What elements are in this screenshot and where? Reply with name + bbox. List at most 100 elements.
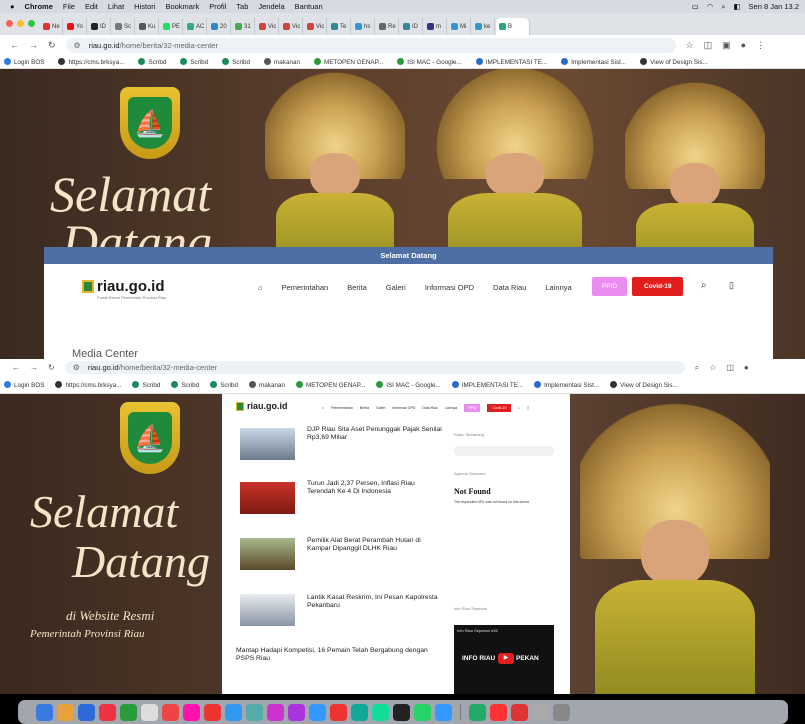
browser-tab[interactable]: Sc [112, 18, 135, 35]
dock-app-icon[interactable] [351, 703, 368, 721]
dock-app-icon[interactable] [183, 703, 200, 721]
bookmark-item[interactable]: Scribd [171, 380, 199, 389]
dock-app-icon[interactable] [469, 703, 486, 721]
bookmark-item[interactable]: Scribd [222, 57, 250, 66]
play-icon[interactable]: ▶ [498, 653, 514, 664]
mobile-icon[interactable]: ▯ [527, 406, 529, 410]
profile-icon[interactable]: ● [744, 363, 749, 372]
bookmark-item[interactable]: IMPLEMENTASI TE... [451, 380, 523, 389]
nav-galeri[interactable]: Galeri [376, 406, 385, 410]
minimize-window-icon[interactable] [17, 20, 24, 27]
menu-chrome[interactable]: Chrome [25, 2, 53, 11]
video-player[interactable]: Info Riau Sepekan #35 INFO RIAU ▶ PEKAN [454, 625, 554, 694]
bookmark-item[interactable]: Implementasi Sist... [534, 380, 599, 389]
browser-tab[interactable]: PE [160, 18, 183, 35]
bookmark-item[interactable]: View of Design Sis... [640, 57, 708, 66]
bookmark-item[interactable]: Scribd [210, 380, 238, 389]
browser-tab[interactable]: Ku [136, 18, 159, 35]
radio-player[interactable] [454, 446, 554, 456]
dock-app-icon[interactable] [553, 703, 570, 721]
browser-tab[interactable]: Vic [280, 18, 303, 35]
nav-data-riau[interactable]: Data Riau [493, 283, 526, 292]
article-title[interactable]: Turun Jadi 2,37 Persen, Inflasi Riau Ter… [307, 480, 442, 496]
browser-tab[interactable]: Mi [448, 18, 471, 35]
ppid-button[interactable]: PPID [464, 404, 481, 412]
browser-tab[interactable]: hs [352, 18, 375, 35]
bookmark-star-icon[interactable]: ☆ [686, 40, 694, 51]
bookmark-item[interactable]: Login BOS [4, 57, 44, 66]
ppid-button[interactable]: PPID [592, 277, 628, 296]
site-logo[interactable]: riau.go.id Portal Resmi Pemerintah Provi… [82, 278, 166, 300]
dock-app-icon[interactable] [330, 703, 347, 721]
nav-berita[interactable]: Berita [360, 406, 369, 410]
browser-tab[interactable]: Ne [40, 18, 63, 35]
covid-button[interactable]: Covid-19 [632, 277, 684, 296]
nav-berita[interactable]: Berita [347, 283, 367, 292]
nav-informasi-opd[interactable]: Informasi OPD [425, 283, 474, 292]
article-title[interactable]: DJP Riau Sita Aset Penunggak Pajak Senil… [307, 426, 442, 442]
article-title[interactable]: Pemilik Alat Berat Perambah Hutan di Kam… [307, 537, 442, 553]
dock-app-icon[interactable] [267, 703, 284, 721]
url-field[interactable]: ⚙ riau.go.id/home/berita/32-media-center [65, 37, 676, 53]
browser-tab[interactable]: AC [184, 18, 207, 35]
bookmark-item[interactable]: ISI MAC - Google... [376, 380, 441, 389]
article-thumbnail[interactable] [240, 594, 295, 626]
dock-app-icon[interactable] [532, 703, 549, 721]
search-icon[interactable]: ⌕ [701, 280, 707, 291]
profile-icon[interactable]: ● [741, 40, 746, 50]
dock-app-icon[interactable] [78, 703, 95, 721]
dock-app-icon[interactable] [204, 703, 221, 721]
extensions-icon[interactable]: ◫ [726, 363, 734, 372]
dock-app-icon[interactable] [99, 703, 116, 721]
browser-tab[interactable]: m [424, 18, 447, 35]
browser-tab[interactable]: 20 [208, 18, 231, 35]
mobile-icon[interactable]: ▯ [729, 280, 734, 291]
site-logo[interactable]: riau.go.id [236, 401, 288, 411]
nav-lainnya[interactable]: Lainnya [545, 283, 571, 292]
bookmark-item[interactable]: makanan [264, 57, 300, 66]
menu-profil[interactable]: Profil [209, 2, 226, 11]
covid-button[interactable]: Covid-19 [487, 404, 512, 412]
reload-icon[interactable]: ↻ [48, 363, 55, 372]
search-icon[interactable]: ⌕ [518, 406, 520, 410]
dock-app-icon[interactable] [225, 703, 242, 721]
menu-icon[interactable]: ⋮ [756, 40, 765, 51]
zoom-window-icon[interactable] [28, 20, 35, 27]
menu-edit[interactable]: Edit [85, 2, 98, 11]
back-icon[interactable]: ← [12, 363, 20, 372]
clock[interactable]: Sen 8 Jan 13.2 [749, 2, 799, 11]
sidepanel-icon[interactable]: ▣ [722, 40, 731, 51]
bookmark-item[interactable]: METOPEN GENAP... [295, 380, 365, 389]
nav-lainnya[interactable]: Lainnya [445, 406, 457, 410]
dock-app-icon[interactable] [511, 703, 528, 721]
article-title[interactable]: Lantik Kasat Reskrim, Ini Pesan Kapolres… [307, 594, 442, 610]
bookmark-item[interactable]: Scribd [132, 380, 160, 389]
back-icon[interactable]: ← [10, 40, 19, 50]
browser-tab[interactable]: ke [472, 18, 495, 35]
dock-app-icon[interactable] [414, 703, 431, 721]
browser-tab[interactable]: Vic [256, 18, 279, 35]
nav-data-riau[interactable]: Data Riau [422, 406, 438, 410]
browser-tab[interactable]: B [496, 18, 530, 35]
site-info-icon[interactable]: ⚙ [74, 41, 81, 50]
bookmark-item[interactable]: Scribd [180, 57, 208, 66]
bookmark-item[interactable]: https://cms.brksya... [55, 380, 121, 389]
reload-icon[interactable]: ↻ [48, 40, 56, 51]
close-window-icon[interactable] [6, 20, 13, 27]
dock-app-icon[interactable] [372, 703, 389, 721]
browser-tab[interactable]: 31 [232, 18, 255, 35]
bookmark-star-icon[interactable]: ☆ [709, 363, 716, 372]
menu-jendela[interactable]: Jendela [258, 2, 284, 11]
bookmark-item[interactable]: makanan [249, 380, 285, 389]
dock-app-icon[interactable] [288, 703, 305, 721]
search-icon[interactable]: ⌕ [721, 2, 725, 12]
dock-app-icon[interactable] [141, 703, 158, 721]
url-field[interactable]: ⚙ riau.go.id/home/berita/32-media-center [64, 361, 685, 374]
menu-bookmark[interactable]: Bookmark [165, 2, 199, 11]
bookmark-item[interactable]: Login BOS [4, 380, 44, 389]
bookmark-item[interactable]: https://cms.brksya... [58, 57, 124, 66]
wifi-icon[interactable]: ◠ [707, 2, 714, 11]
article-thumbnail[interactable] [240, 482, 295, 514]
dock-app-icon[interactable] [393, 703, 410, 721]
control-center-icon[interactable]: ◧ [733, 2, 740, 11]
